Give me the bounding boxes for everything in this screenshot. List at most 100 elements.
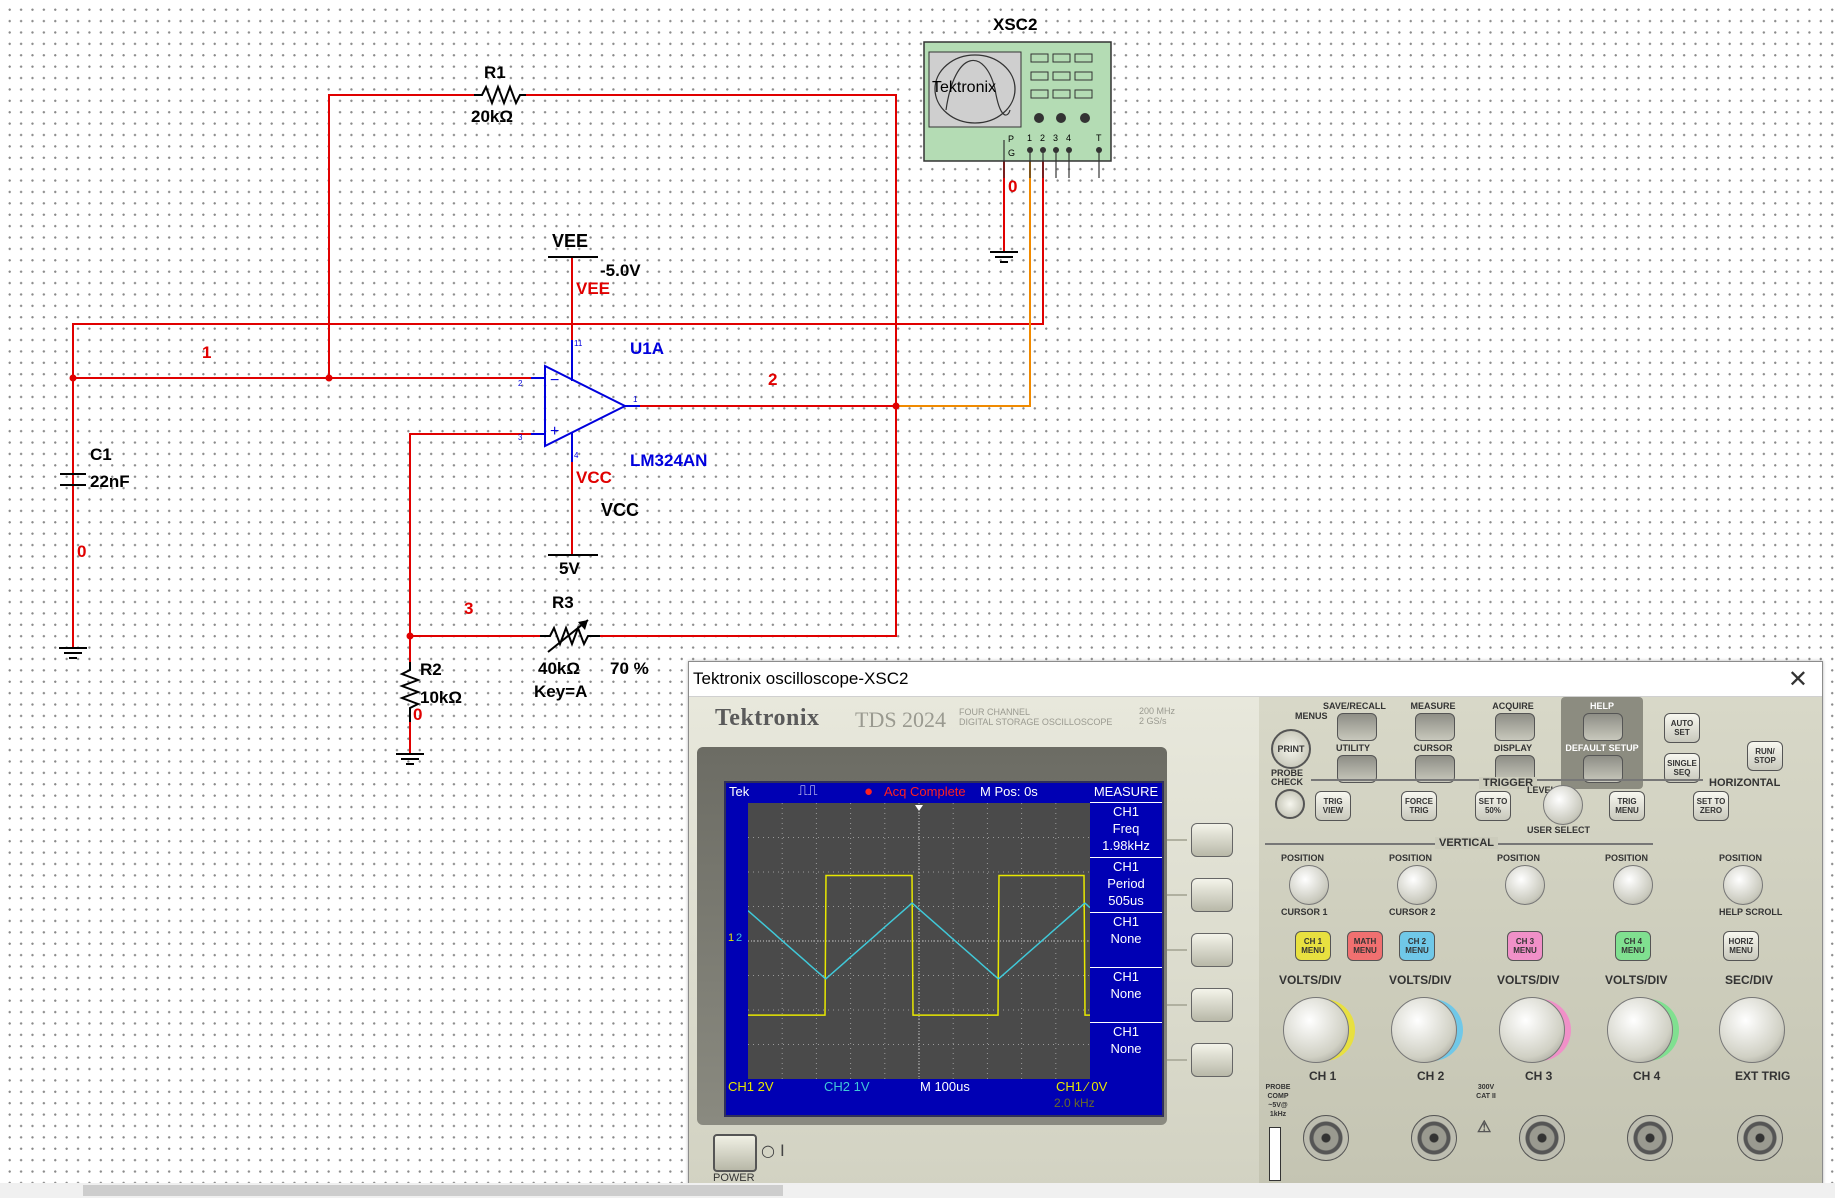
waveform-graticule (748, 803, 1090, 1079)
utility-label: UTILITY (1336, 743, 1370, 753)
r2-value: 10kΩ (420, 688, 462, 707)
set-to-zero-button[interactable]: SET TO ZERO (1693, 791, 1729, 821)
ch2-position-knob[interactable] (1397, 865, 1437, 905)
c1-value: 22nF (90, 472, 130, 491)
ch1-position-knob[interactable] (1289, 865, 1329, 905)
horiz-position-knob[interactable] (1723, 865, 1763, 905)
cursor-label: CURSOR (1413, 743, 1453, 753)
horiz-menu-button[interactable]: HORIZ MENU (1723, 931, 1759, 961)
opamp-part: LM324AN (630, 451, 707, 470)
power-button[interactable] (713, 1134, 757, 1172)
wire-output-to-scope[interactable] (896, 160, 1031, 407)
acquire-button[interactable] (1495, 713, 1535, 741)
sec-div-knob[interactable] (1719, 997, 1785, 1063)
svg-text:2: 2 (1040, 133, 1045, 143)
vcc-voltage: 5V (559, 559, 580, 578)
scope-model: TDS 2024 (855, 707, 947, 732)
scope-model-description: FOUR CHANNEL DIGITAL STORAGE OSCILLOSCOPE (959, 707, 1113, 727)
scope-instrument-icon[interactable] (923, 41, 1112, 178)
window-titlebar[interactable]: Tektronix oscilloscope-XSC2 ✕ (689, 662, 1822, 697)
save-recall-button[interactable] (1337, 713, 1377, 741)
measurement-2[interactable]: CH1 Period 505us (1090, 857, 1162, 912)
ch1-scale: CH1 2V (728, 1079, 774, 1094)
ch3-volts-div-knob[interactable] (1499, 997, 1565, 1063)
help-label: HELP (1589, 701, 1614, 711)
set-to-50-button[interactable]: SET TO 50% (1475, 791, 1511, 821)
measure-label: MEASURE (1410, 701, 1456, 711)
menu-option-button-5[interactable] (1191, 1043, 1233, 1077)
wire-output-r3[interactable] (600, 406, 897, 637)
help-button[interactable] (1583, 713, 1623, 741)
ch2-menu-button[interactable]: CH 2 MENU (1399, 931, 1435, 961)
wire-r1-left[interactable] (328, 94, 474, 378)
default-setup-label: DEFAULT SETUP (1565, 743, 1639, 753)
svg-text:P: P (1008, 134, 1014, 144)
menu-option-button-2[interactable] (1191, 878, 1233, 912)
ch1-bnc-connector[interactable] (1303, 1115, 1349, 1161)
trigger-level-knob[interactable] (1543, 785, 1583, 825)
scope-ref: XSC2 (993, 15, 1037, 34)
ch3-position-knob[interactable] (1505, 865, 1545, 905)
menu-option-button-4[interactable] (1191, 988, 1233, 1022)
svg-text:2: 2 (518, 379, 523, 388)
measurement-5[interactable]: CH1 None (1090, 1022, 1162, 1077)
scrollbar-thumb[interactable] (83, 1185, 783, 1196)
scope-icon-brand: Tektronix (932, 79, 996, 96)
measurement-4[interactable]: CH1 None (1090, 967, 1162, 1022)
ch3-menu-button[interactable]: CH 3 MENU (1507, 931, 1543, 961)
net-label-1: 1 (202, 343, 211, 362)
ch1-volts-div-knob[interactable] (1283, 997, 1349, 1063)
acq-status-icon: ● (864, 783, 874, 800)
ch4-position-label: POSITION (1605, 853, 1649, 863)
r1-resistor-icon[interactable] (474, 84, 526, 106)
ch3-position-label: POSITION (1497, 853, 1541, 863)
svg-text:1: 1 (633, 395, 638, 404)
probe-comp-label: PROBE COMP ~5V@ 1kHz (1265, 1084, 1291, 1118)
ch2-ground-marker: 2 (736, 932, 743, 944)
trig-menu-button[interactable]: TRIG MENU (1609, 791, 1645, 821)
r3-potentiometer-icon[interactable] (540, 625, 600, 647)
measurement-3[interactable]: CH1 None (1090, 912, 1162, 967)
ch4-volts-div-knob[interactable] (1607, 997, 1673, 1063)
ch4-bnc-connector[interactable] (1627, 1115, 1673, 1161)
measure-button[interactable] (1415, 713, 1455, 741)
vcc-name: VCC (601, 500, 639, 520)
oscilloscope-window[interactable]: Tektronix oscilloscope-XSC2 ✕ Tektronix … (688, 661, 1823, 1193)
svg-text:11: 11 (574, 339, 583, 348)
ch1-ground-marker: 1 (728, 932, 735, 944)
probe-comp-terminal[interactable] (1269, 1127, 1281, 1181)
menu-option-button-3[interactable] (1191, 933, 1233, 967)
close-icon[interactable]: ✕ (1788, 665, 1808, 693)
auto-set-button[interactable]: AUTO SET (1664, 713, 1700, 743)
ch3-bnc-connector[interactable] (1519, 1115, 1565, 1161)
wire-net3[interactable] (409, 433, 531, 662)
ch2-bnc-connector[interactable] (1411, 1115, 1457, 1161)
math-menu-button[interactable]: MATH MENU (1347, 931, 1383, 961)
opamp-ref: U1A (630, 339, 664, 358)
ch2-input-label: CH 2 (1417, 1069, 1445, 1083)
measurement-1[interactable]: CH1 Freq 1.98kHz (1090, 802, 1162, 857)
ground-c1 (59, 647, 87, 659)
probe-check-button[interactable] (1275, 789, 1305, 819)
cursor1-label: CURSOR 1 (1281, 907, 1328, 917)
ground-scope (990, 251, 1018, 263)
print-button[interactable]: PRINT (1271, 729, 1311, 769)
opamp-u1a[interactable]: − + 2 3 1 11 4 (518, 339, 640, 462)
r3-key: Key=A (534, 682, 587, 701)
trig-view-button[interactable]: TRIG VIEW (1315, 791, 1351, 821)
ch4-position-knob[interactable] (1613, 865, 1653, 905)
ch2-volts-div-knob[interactable] (1391, 997, 1457, 1063)
ch1-menu-button[interactable]: CH 1 MENU (1295, 931, 1331, 961)
r1-value: 20kΩ (471, 107, 513, 126)
horizontal-scrollbar[interactable] (0, 1183, 1835, 1198)
window-title: Tektronix oscilloscope-XSC2 (693, 669, 909, 688)
sec-div-label: SEC/DIV (1725, 973, 1774, 987)
time-scale: M 100us (920, 1079, 970, 1094)
run-stop-button[interactable]: RUN/ STOP (1747, 741, 1783, 771)
force-trig-button[interactable]: FORCE TRIG (1401, 791, 1437, 821)
vee-name: VEE (552, 231, 588, 251)
menus-label: MENUS (1295, 711, 1328, 721)
menu-option-button-1[interactable] (1191, 823, 1233, 857)
ch4-menu-button[interactable]: CH 4 MENU (1615, 931, 1651, 961)
ext-trig-bnc-connector[interactable] (1737, 1115, 1783, 1161)
